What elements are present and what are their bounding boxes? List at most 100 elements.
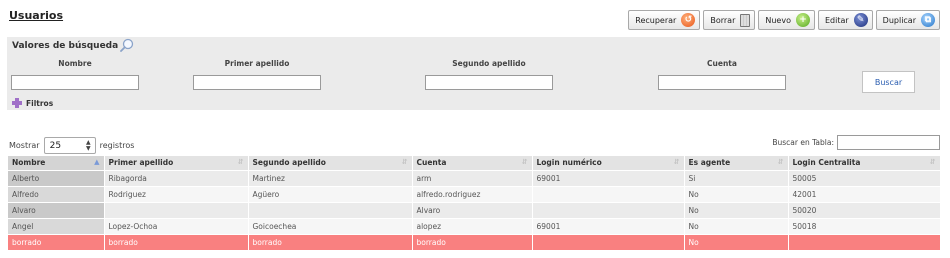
table-cell: borrado [8,233,105,250]
edit-icon: ✎ [853,13,868,27]
edit-button[interactable]: Editar ✎ [817,10,873,30]
table-cell: arm [412,169,533,186]
duplicate-button[interactable]: Duplicar ⧉ [875,10,940,30]
table-cell: borrado [248,233,413,250]
column-header-login-numerico[interactable]: Login numérico ⇵ [532,156,685,170]
search-panel-title: Valores de búsqueda [12,41,119,51]
page-length-select[interactable]: 25 ▲ ▼ [43,137,96,154]
column-header-label: Nombre [12,158,46,168]
sort-icon: ⇵ [237,158,244,166]
nombre-input[interactable] [11,75,139,90]
table-cell: Martinez [248,169,413,186]
show-label: Mostrar [9,141,40,150]
page-length-control: Mostrar 25 ▲ ▼ registros [9,137,134,154]
search-button[interactable]: Buscar [862,71,915,93]
page-length-value: 25 [49,140,62,151]
segundo-apellido-label: Segundo apellido [452,59,526,68]
magnifier-icon [120,38,134,52]
table-cell: Rodriguez [104,185,249,202]
table-cell [532,185,685,202]
table-row[interactable]: Alberto Ribagorda Martinez arm 69001 Si … [8,169,941,186]
sort-icon: ⇵ [401,158,408,166]
table-cell: alopez [412,217,533,234]
column-header-label: Es agente [688,158,731,168]
sort-asc-icon: ▲ [94,158,100,166]
sort-icon: ⇵ [929,158,936,166]
primer-apellido-label: Primer apellido [224,59,290,68]
table-cell [104,201,249,218]
table-row[interactable]: Angel Lopez-Ochoa Goicoechea alopez 6900… [8,217,941,234]
table-row[interactable]: Alvaro Alvaro No 50020 [8,201,941,218]
table-cell: 69001 [532,217,685,234]
table-cell [788,233,941,250]
column-header-cuenta[interactable]: Cuenta ⇵ [412,156,533,170]
table-search-input[interactable] [837,135,940,150]
column-header-label: Login numérico [536,158,602,168]
table-cell: alfredo.rodriguez [412,185,533,202]
table-cell: Si [684,169,789,186]
table-cell: No [684,217,789,234]
table-row[interactable]: Alfredo Rodriguez Agüero alfredo.rodrigu… [8,185,941,202]
spinner-icon: ▲ ▼ [85,138,91,152]
table-cell: Lopez-Ochoa [104,217,249,234]
column-header-login-centralita[interactable]: Login Centralita ⇵ [788,156,941,170]
cuenta-label: Cuenta [707,59,737,68]
sort-icon: ⇵ [777,158,784,166]
cuenta-input[interactable] [658,75,786,90]
table-cell: Angel [8,217,105,234]
sort-icon: ⇵ [673,158,680,166]
new-button-label: Nuevo [765,15,791,25]
table-cell: 50018 [788,217,941,234]
edit-button-label: Editar [824,15,849,25]
table-cell: 50020 [788,201,941,218]
toolbar: Recuperar ↺ Borrar Nuevo + Editar ✎ Dupl… [628,10,940,30]
table-cell: Agüero [248,185,413,202]
recover-icon: ↺ [681,13,696,27]
segundo-apellido-input[interactable] [425,75,553,90]
new-button[interactable]: Nuevo + [758,10,815,30]
table-cell: borrado [412,233,533,250]
duplicate-button-label: Duplicar [882,15,916,25]
table-search-label: Buscar en Tabla: [772,138,834,147]
table-cell [248,201,413,218]
delete-button-label: Borrar [710,15,736,25]
column-header-segundo-apellido[interactable]: Segundo apellido ⇵ [248,156,413,170]
column-header-label: Segundo apellido [252,158,326,168]
column-header-label: Primer apellido [108,158,174,168]
table-row-deleted[interactable]: borrado borrado borrado borrado No [8,233,941,250]
table-cell: Alfredo [8,185,105,202]
table-cell: No [684,201,789,218]
table-cell: No [684,233,789,250]
users-table: Nombre ▲ Primer apellido ⇵ Segundo apellid… [8,156,941,250]
filters-label: Filtros [26,98,54,108]
table-search: Buscar en Tabla: [772,135,940,150]
nombre-label: Nombre [58,59,92,68]
table-cell: Goicoechea [248,217,413,234]
column-header-primer-apellido[interactable]: Primer apellido ⇵ [104,156,249,170]
column-header-label: Cuenta [416,158,447,168]
table-cell: Alberto [8,169,105,186]
table-cell: No [684,185,789,202]
duplicate-icon: ⧉ [921,13,935,27]
table-cell [532,201,685,218]
table-header-row: Nombre ▲ Primer apellido ⇵ Segundo apellid… [8,156,941,170]
column-header-label: Login Centralita [792,158,861,168]
recover-button[interactable]: Recuperar ↺ [628,10,701,30]
search-panel: Valores de búsqueda Nombre Primer apelli… [7,37,940,110]
column-header-es-agente[interactable]: Es agente ⇵ [684,156,789,170]
table-cell: 69001 [532,169,685,186]
table-cell: borrado [104,233,249,250]
table-cell: 42001 [788,185,941,202]
plus-icon [12,98,22,108]
sort-icon: ⇵ [521,158,528,166]
column-header-nombre[interactable]: Nombre ▲ [8,156,105,170]
table-cell [532,233,685,250]
trash-icon [740,13,751,27]
table-cell: Ribagorda [104,169,249,186]
table-cell: Alvaro [8,201,105,218]
records-label: registros [99,141,135,150]
add-icon: + [795,13,810,27]
filters-toggle[interactable]: Filtros [12,98,53,108]
primer-apellido-input[interactable] [193,75,321,90]
delete-button[interactable]: Borrar [703,10,756,30]
